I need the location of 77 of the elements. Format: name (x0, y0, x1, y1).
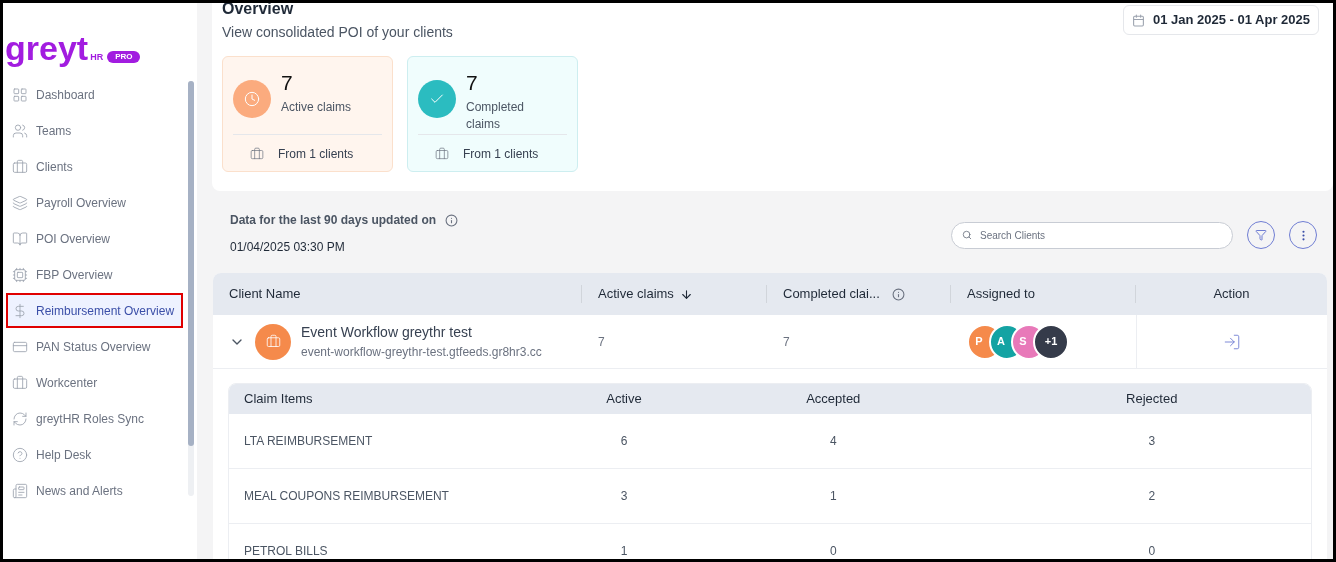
sidebar-item[interactable]: Workcenter (6, 365, 183, 400)
column-header[interactable]: Client Name (229, 284, 301, 304)
page-subtitle: View consolidated POI of your clients (222, 23, 454, 42)
table-cell: LTA REIMBURSEMENT (244, 434, 373, 448)
table-cell: 7 (598, 334, 605, 349)
table-cell: PETROL BILLS (244, 544, 328, 558)
logo-badge: PRO (107, 51, 141, 63)
sync-icon (12, 410, 28, 427)
search-field[interactable]: Search Clients (951, 221, 1233, 249)
dollar-icon (12, 302, 28, 319)
client-name: Event Workflow greythr test (301, 323, 473, 342)
stat-value: 7 (466, 72, 479, 93)
column-header: Active (606, 390, 642, 409)
sidebar-item[interactable]: News and Alerts (6, 473, 183, 508)
avatar: +1 (1033, 323, 1069, 360)
column-header[interactable]: Completed clai... (783, 284, 880, 304)
sidebar-item[interactable]: Reimbursement Overview (6, 293, 183, 328)
grid-icon (12, 86, 28, 103)
table-cell: 7 (783, 334, 790, 349)
open-client-button[interactable] (1223, 332, 1241, 351)
check-icon (418, 80, 456, 118)
sidebar-item[interactable]: Help Desk (6, 437, 183, 472)
column-header: Rejected (1126, 390, 1178, 409)
sidebar-item[interactable]: greytHR Roles Sync (6, 401, 183, 436)
sidebar-item[interactable]: POI Overview (6, 221, 183, 256)
briefcase-icon (250, 146, 264, 161)
filter-icon (1255, 229, 1267, 241)
sidebar-item[interactable]: Payroll Overview (6, 185, 183, 220)
sidebar-item[interactable]: Dashboard (6, 77, 183, 112)
news-icon (12, 482, 28, 499)
sidebar-item[interactable]: PAN Status Overview (6, 329, 183, 364)
users-icon (12, 122, 28, 139)
briefcase-icon (12, 158, 28, 175)
chip-icon (12, 266, 28, 283)
sort-arrow-icon[interactable] (679, 287, 693, 301)
table-cell-text: 4 (829, 433, 837, 450)
calendar-icon (1131, 13, 1145, 27)
briefcase-icon (435, 146, 449, 161)
sidebar-item[interactable]: FBP Overview (6, 257, 183, 292)
info-icon (445, 213, 459, 227)
stat-label: Active claims (281, 99, 352, 116)
table-cell-text: 1 (620, 543, 628, 559)
update-timestamp: 01/04/2025 03:30 PM (230, 239, 346, 256)
layers-icon (12, 194, 28, 211)
table-cell-text: 0 (829, 543, 837, 559)
table-cell-text: 3 (1148, 433, 1156, 450)
column-header[interactable]: Action (1213, 284, 1250, 304)
date-range-button[interactable]: 01 Jan 2025 - 01 Apr 2025 (1122, 5, 1319, 35)
sidebar-item[interactable]: Teams (6, 113, 183, 148)
stat-value: 7 (281, 72, 294, 93)
briefcase-icon (255, 323, 291, 360)
briefcase-icon (12, 374, 28, 391)
clock-icon (233, 80, 271, 118)
page-title: Overview (222, 3, 295, 17)
search-icon (962, 230, 972, 240)
table-cell: MEAL COUPONS REIMBURSEMENT (244, 489, 449, 503)
table-cell-text: 1 (829, 488, 837, 505)
stat-label: Completed claims (466, 99, 526, 133)
stat-footer: From 1 clients (463, 144, 539, 163)
column-header: Claim Items (244, 391, 313, 407)
logo-sub: HR (90, 50, 104, 64)
help-icon (12, 446, 28, 463)
table-cell-text: 6 (620, 433, 628, 450)
update-label: Data for the last 90 days updated on (230, 212, 437, 229)
search-input[interactable]: Search Clients (980, 227, 1222, 243)
column-header[interactable]: Assigned to (967, 284, 1035, 304)
info-icon (891, 287, 905, 301)
sidebar-item[interactable]: Clients (6, 149, 183, 184)
table-cell-text: 0 (1148, 543, 1156, 559)
book-icon (12, 230, 28, 247)
table-cell-text: 3 (620, 488, 628, 505)
column-header: Accepted (806, 390, 861, 409)
logo-text: greyt (5, 31, 89, 65)
stat-footer: From 1 clients (278, 144, 354, 163)
client-domain: event-workflow-greythr-test.gtfeeds.gr8hr3.cc (301, 344, 542, 361)
column-header[interactable]: Active claims (598, 284, 674, 304)
table-cell-text: 2 (1148, 488, 1156, 505)
